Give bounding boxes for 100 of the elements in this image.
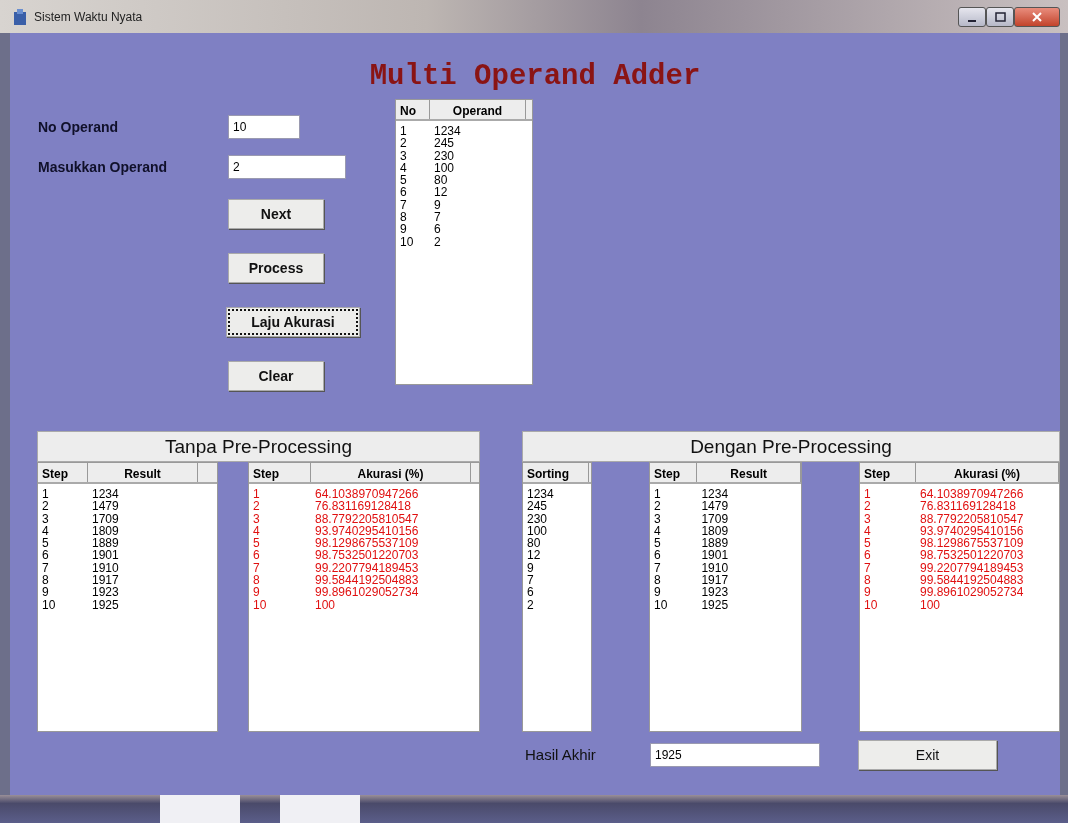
table-cell-text: 99.8961029052734 <box>918 586 1025 599</box>
table-cell-text: 76.831169128418 <box>314 500 412 513</box>
column-header[interactable]: Step <box>860 463 917 482</box>
table-cell-text: 80 <box>526 537 542 550</box>
table-cell-text: 12 <box>433 186 449 199</box>
table-cell-text: 1234 <box>700 488 730 501</box>
table-cell-text: 9 <box>252 586 261 599</box>
table-cell-text: 10 <box>252 598 268 611</box>
table-cell-text: 8 <box>41 574 50 587</box>
input-field[interactable]: 10 <box>228 115 300 139</box>
table-cell-text: 2 <box>526 598 535 611</box>
table-cell-text: 230 <box>433 149 456 162</box>
table-cell-text: 1479 <box>91 500 120 513</box>
column-header[interactable]: No <box>396 100 430 119</box>
table-cell-text: 1809 <box>91 524 120 538</box>
table-cell-text: 5 <box>399 174 408 187</box>
table-cell-text: 1 <box>399 125 408 138</box>
table-cell-text: 99.2207794189453 <box>918 561 1025 575</box>
maximize-button[interactable] <box>986 6 1014 27</box>
minimize-icon <box>968 19 976 22</box>
table-cell-text: 6 <box>41 549 50 562</box>
table-cell-text: 1910 <box>700 561 730 575</box>
app-heading: Multi Operand Adder <box>368 59 702 95</box>
field-label: Masukkan Operand <box>38 157 169 177</box>
table-cell-text: 230 <box>526 512 549 525</box>
table-cell-text: 1 <box>863 488 872 501</box>
table-cell-text: 7 <box>863 561 872 575</box>
table-cell-text: 9 <box>653 586 662 599</box>
table-cell-text: 99.5844192504883 <box>918 574 1025 587</box>
input-field[interactable]: 2 <box>228 155 346 179</box>
table-cell-text: 1234 <box>433 125 462 138</box>
table-cell-text: 99.5844192504883 <box>314 574 420 587</box>
table-cell-text: 88.7792205810547 <box>918 512 1025 525</box>
table-cell-text: 98.7532501220703 <box>314 549 420 562</box>
panel-title: Dengan Pre-Processing <box>522 431 1060 462</box>
action-button[interactable]: Process <box>228 253 324 283</box>
table-cell-text: 245 <box>526 500 549 513</box>
table-cell-text: 4 <box>653 524 662 538</box>
table-cell-text: 100 <box>314 598 337 611</box>
close-button[interactable] <box>1014 6 1060 27</box>
field-label: Hasil Akhir <box>525 744 597 765</box>
table-cell-text: 1 <box>41 488 50 501</box>
action-button[interactable]: Next <box>228 199 324 229</box>
table-cell-text: 4 <box>252 524 261 538</box>
table-cell-text: 6 <box>653 549 662 562</box>
table-cell-text: 6 <box>863 549 872 562</box>
table-cell-text: 10 <box>399 235 415 248</box>
table-cell-text: 8 <box>863 574 872 587</box>
column-header[interactable]: Step <box>650 463 698 482</box>
table-cell-text: 2 <box>863 500 872 513</box>
table-cell-text: 9 <box>399 223 408 236</box>
minimize-button[interactable] <box>958 6 986 27</box>
table-cell-text: 100 <box>526 524 549 538</box>
table-cell-text: 245 <box>433 137 456 150</box>
table-cell-text: 6 <box>433 223 442 236</box>
table-cell-text: 88.7792205810547 <box>314 512 420 525</box>
table-cell-text: 1479 <box>700 500 730 513</box>
table-cell-text: 2 <box>252 500 261 513</box>
table-cell-text: 1901 <box>91 549 120 562</box>
table-cell-text: 7 <box>653 561 662 575</box>
action-button[interactable]: Laju Akurasi <box>226 307 360 337</box>
column-header[interactable]: Akurasi (%) <box>311 463 471 482</box>
result-field[interactable]: 1925 <box>650 743 820 767</box>
table-cell-text: 64.1038970947266 <box>918 488 1025 501</box>
table-cell-text: 10 <box>41 598 57 611</box>
table-cell-text: 1234 <box>91 488 120 501</box>
column-header[interactable]: Step <box>38 463 88 482</box>
table-cell-text: 1709 <box>700 512 730 525</box>
table-cell-text: 99.8961029052734 <box>314 586 420 599</box>
table-cell-text: 10 <box>863 598 879 611</box>
table-cell-text: 2 <box>41 500 50 513</box>
table-cell-text: 8 <box>653 574 662 587</box>
action-button[interactable]: Clear <box>228 361 324 391</box>
table-cell-text: 4 <box>41 524 50 538</box>
table-cell-text: 1889 <box>700 537 730 550</box>
column-header[interactable]: Step <box>249 463 311 482</box>
column-header[interactable]: Result <box>88 463 198 482</box>
table-cell-text: 7 <box>399 198 408 212</box>
table-cell-text: 1925 <box>700 598 730 611</box>
table-cell-text: 100 <box>433 161 456 175</box>
table-cell-text: 10 <box>653 598 669 611</box>
table-cell-text: 8 <box>252 574 261 587</box>
table-cell-text: 9 <box>863 586 872 599</box>
table-cell-text: 1809 <box>700 524 730 538</box>
panel-title: Tanpa Pre-Processing <box>37 431 480 462</box>
column-header[interactable]: Operand <box>430 100 526 119</box>
column-header[interactable]: Result <box>697 463 801 482</box>
column-header[interactable]: Sorting <box>523 463 589 482</box>
table-cell-text: 3 <box>863 512 872 525</box>
exit-button[interactable]: Exit <box>858 740 997 770</box>
window-title: Sistem Waktu Nyata <box>34 8 143 26</box>
table-cell-text: 98.1298675537109 <box>314 537 420 550</box>
table-cell-text: 7 <box>433 211 442 224</box>
table-cell-text: 93.9740295410156 <box>918 524 1025 538</box>
table-cell-text: 5 <box>41 537 50 550</box>
table-cell-text: 9 <box>433 198 442 212</box>
table-cell-text: 4 <box>863 524 872 538</box>
column-header[interactable]: Akurasi (%) <box>916 463 1059 482</box>
table-cell-text: 5 <box>252 537 261 550</box>
table-cell-text: 6 <box>252 549 261 562</box>
